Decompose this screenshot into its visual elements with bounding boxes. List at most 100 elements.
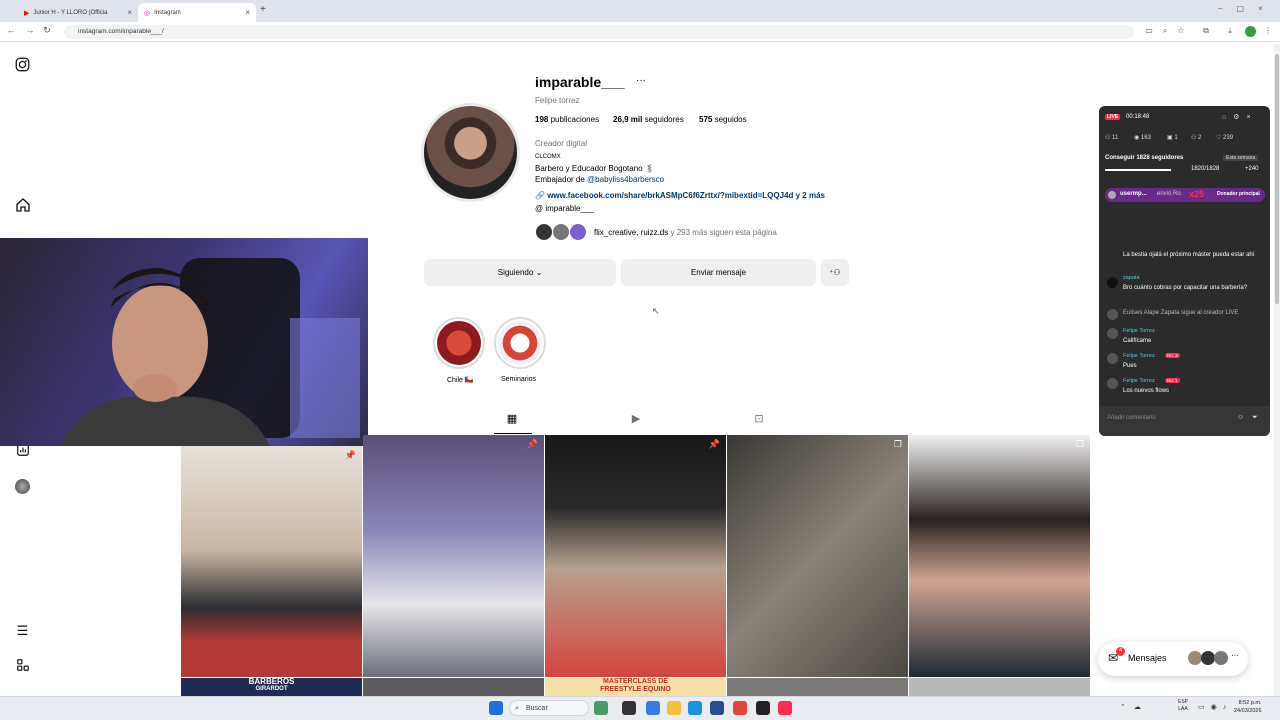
- more-icon[interactable]: ···: [1231, 651, 1239, 660]
- clock[interactable]: 8:52 p.m. 24/03/2026: [1234, 699, 1262, 715]
- stat-gifts: ▣ 1: [1167, 135, 1178, 141]
- post-thumbnail[interactable]: 📌: [363, 435, 544, 677]
- cast-icon[interactable]: ▭: [1143, 26, 1155, 35]
- post-thumbnail[interactable]: MASTERCLASS DE FREESTYLE EQUINO: [545, 678, 726, 696]
- edge-icon[interactable]: [688, 701, 702, 715]
- goal-progress-fill: [1105, 169, 1171, 171]
- zoom-icon[interactable]: ⌕: [1159, 26, 1171, 36]
- forward-icon[interactable]: →: [24, 25, 36, 35]
- more-menu-icon[interactable]: ☰: [14, 622, 31, 639]
- comment-input[interactable]: Añadir comentario: [1107, 415, 1156, 421]
- bookmark-icon[interactable]: ☆: [1175, 26, 1187, 35]
- filter-icon[interactable]: ⏷: [1252, 414, 1258, 422]
- options-icon[interactable]: ···: [636, 75, 646, 86]
- chrome-icon[interactable]: [733, 701, 747, 715]
- chat-avatar: [1107, 378, 1118, 389]
- live-badge: LIVE: [1105, 114, 1121, 120]
- window-controls[interactable]: –▢×: [1218, 4, 1277, 13]
- avatar: [1214, 651, 1228, 665]
- posts-stat: 198 publicaciones: [535, 115, 600, 124]
- reload-icon[interactable]: ↻: [41, 25, 53, 36]
- tab-label: Instagram: [154, 9, 181, 16]
- system-tray[interactable]: ▭◉♪: [1198, 703, 1232, 711]
- taskbar-search[interactable]: ⌕ Buscar: [509, 700, 589, 716]
- app-icon[interactable]: [756, 701, 770, 715]
- bio-line-2: Barbero y Educador Bogotano 💈: [535, 164, 655, 173]
- back-icon[interactable]: ←: [5, 25, 17, 35]
- home-icon[interactable]: [14, 197, 31, 214]
- store-icon[interactable]: [710, 701, 724, 715]
- url-field[interactable]: instagram.com/imparable___/: [64, 25, 1134, 39]
- post-thumbnail[interactable]: [363, 678, 544, 696]
- post-thumbnail[interactable]: ❐: [727, 435, 908, 677]
- post-thumbnail[interactable]: 📌: [545, 435, 726, 677]
- active-tab-indicator: [494, 433, 532, 434]
- browser-tab-instagram[interactable]: ◎ Instagram ×: [138, 3, 256, 22]
- carousel-icon: ❐: [893, 439, 902, 449]
- goal-label: Conseguir 1828 seguidores: [1105, 155, 1184, 161]
- add-user-icon[interactable]: ⁺⚇: [821, 259, 849, 286]
- downloads-icon[interactable]: ⤓: [1224, 26, 1236, 36]
- stat-shares: ⚇ 2: [1191, 135, 1202, 141]
- external-link[interactable]: 🔗 www.facebook.com/share/brkASMpC6f6Zrtt…: [535, 191, 825, 200]
- username: imparable___: [535, 74, 625, 90]
- close-icon[interactable]: ×: [127, 8, 132, 17]
- post-thumbnail[interactable]: ❐: [909, 435, 1090, 677]
- file-explorer-icon[interactable]: [667, 701, 681, 715]
- page-scrollbar[interactable]: [1274, 44, 1280, 696]
- stat-likes: ♡ 239: [1216, 135, 1234, 141]
- reels-icon[interactable]: ▶: [628, 412, 644, 425]
- post-thumbnail[interactable]: BARBEROS GIRARDOT: [181, 678, 362, 696]
- goal-progress-track: [1105, 169, 1171, 171]
- goal-tag: Esta semana: [1223, 155, 1259, 161]
- emoji-icon[interactable]: ☺: [1237, 414, 1244, 421]
- followed-by-avatars[interactable]: [535, 223, 591, 241]
- browser-tab-youtube[interactable]: ▶ Junior H - Y LLORO (Officia ×: [18, 3, 138, 22]
- post-thumbnail[interactable]: [909, 678, 1090, 696]
- posts-grid-icon[interactable]: ▦: [504, 412, 520, 425]
- bio-line-1: CLCOMX: [535, 154, 561, 160]
- followed-by-text[interactable]: flix_creative, ruizz.ds y 293 más siguen…: [594, 228, 777, 237]
- post-thumbnail[interactable]: 📌: [181, 446, 362, 677]
- profile-avatar-large[interactable]: [421, 103, 520, 202]
- mention-link[interactable]: @babyliss4barbersco: [587, 175, 664, 184]
- messages-button[interactable]: ✉ 4 Mensajes ···: [1098, 642, 1248, 676]
- carousel-icon: ❐: [1075, 439, 1084, 449]
- webcam-image: [60, 258, 360, 446]
- tray-icons[interactable]: ⌃☁: [1120, 703, 1149, 711]
- tiktok-icon[interactable]: [778, 701, 792, 715]
- threads-link[interactable]: @ imparable___: [535, 204, 594, 213]
- start-icon[interactable]: [489, 701, 503, 715]
- highlight-chile[interactable]: [433, 317, 485, 369]
- chat-username: zapata: [1123, 275, 1140, 281]
- address-bar-row: ← → ↻ instagram.com/imparable___/ ▭ ⌕ ☆ …: [0, 22, 1280, 42]
- following-stat[interactable]: 575 seguidos: [699, 115, 747, 124]
- rank-badge: No. 1: [1165, 378, 1180, 383]
- close-icon[interactable]: ×: [245, 8, 250, 17]
- tagged-icon[interactable]: ⊡: [751, 412, 767, 425]
- live-controls[interactable]: ⌂⚙×: [1222, 113, 1258, 121]
- highlight-seminarios[interactable]: [494, 317, 546, 369]
- app-icon[interactable]: [646, 701, 660, 715]
- following-button[interactable]: Siguiendo ⌄: [424, 259, 616, 286]
- followers-stat[interactable]: 26,9 mil seguidores: [613, 115, 684, 124]
- chat-username: Felipe Torrez: [1123, 353, 1155, 359]
- post-thumbnail[interactable]: [727, 678, 908, 696]
- gift-count: x25: [1189, 189, 1205, 199]
- bio-line-3: Embajador de @babyliss4barbersco: [535, 175, 665, 184]
- pin-icon: 📌: [526, 439, 538, 449]
- extensions-icon[interactable]: ⧉: [1200, 26, 1212, 36]
- profile-avatar-small[interactable]: [15, 479, 30, 494]
- task-view-icon[interactable]: [622, 701, 636, 715]
- also-from-meta-icon[interactable]: [14, 658, 31, 675]
- menu-icon[interactable]: ⋮: [1262, 26, 1274, 35]
- tab-label: Junior H - Y LLORO (Officia: [33, 9, 108, 16]
- profile-avatar[interactable]: [1245, 26, 1256, 37]
- chat-message: Los nuevos flows: [1123, 388, 1170, 394]
- widgets-icon[interactable]: [594, 701, 608, 715]
- chat-message: Pues: [1123, 363, 1137, 369]
- new-tab-button[interactable]: +: [260, 4, 266, 15]
- send-message-button[interactable]: Enviar mensaje: [621, 259, 816, 286]
- language-indicator[interactable]: ESP LAA: [1178, 699, 1188, 713]
- instagram-logo-icon[interactable]: [14, 57, 31, 74]
